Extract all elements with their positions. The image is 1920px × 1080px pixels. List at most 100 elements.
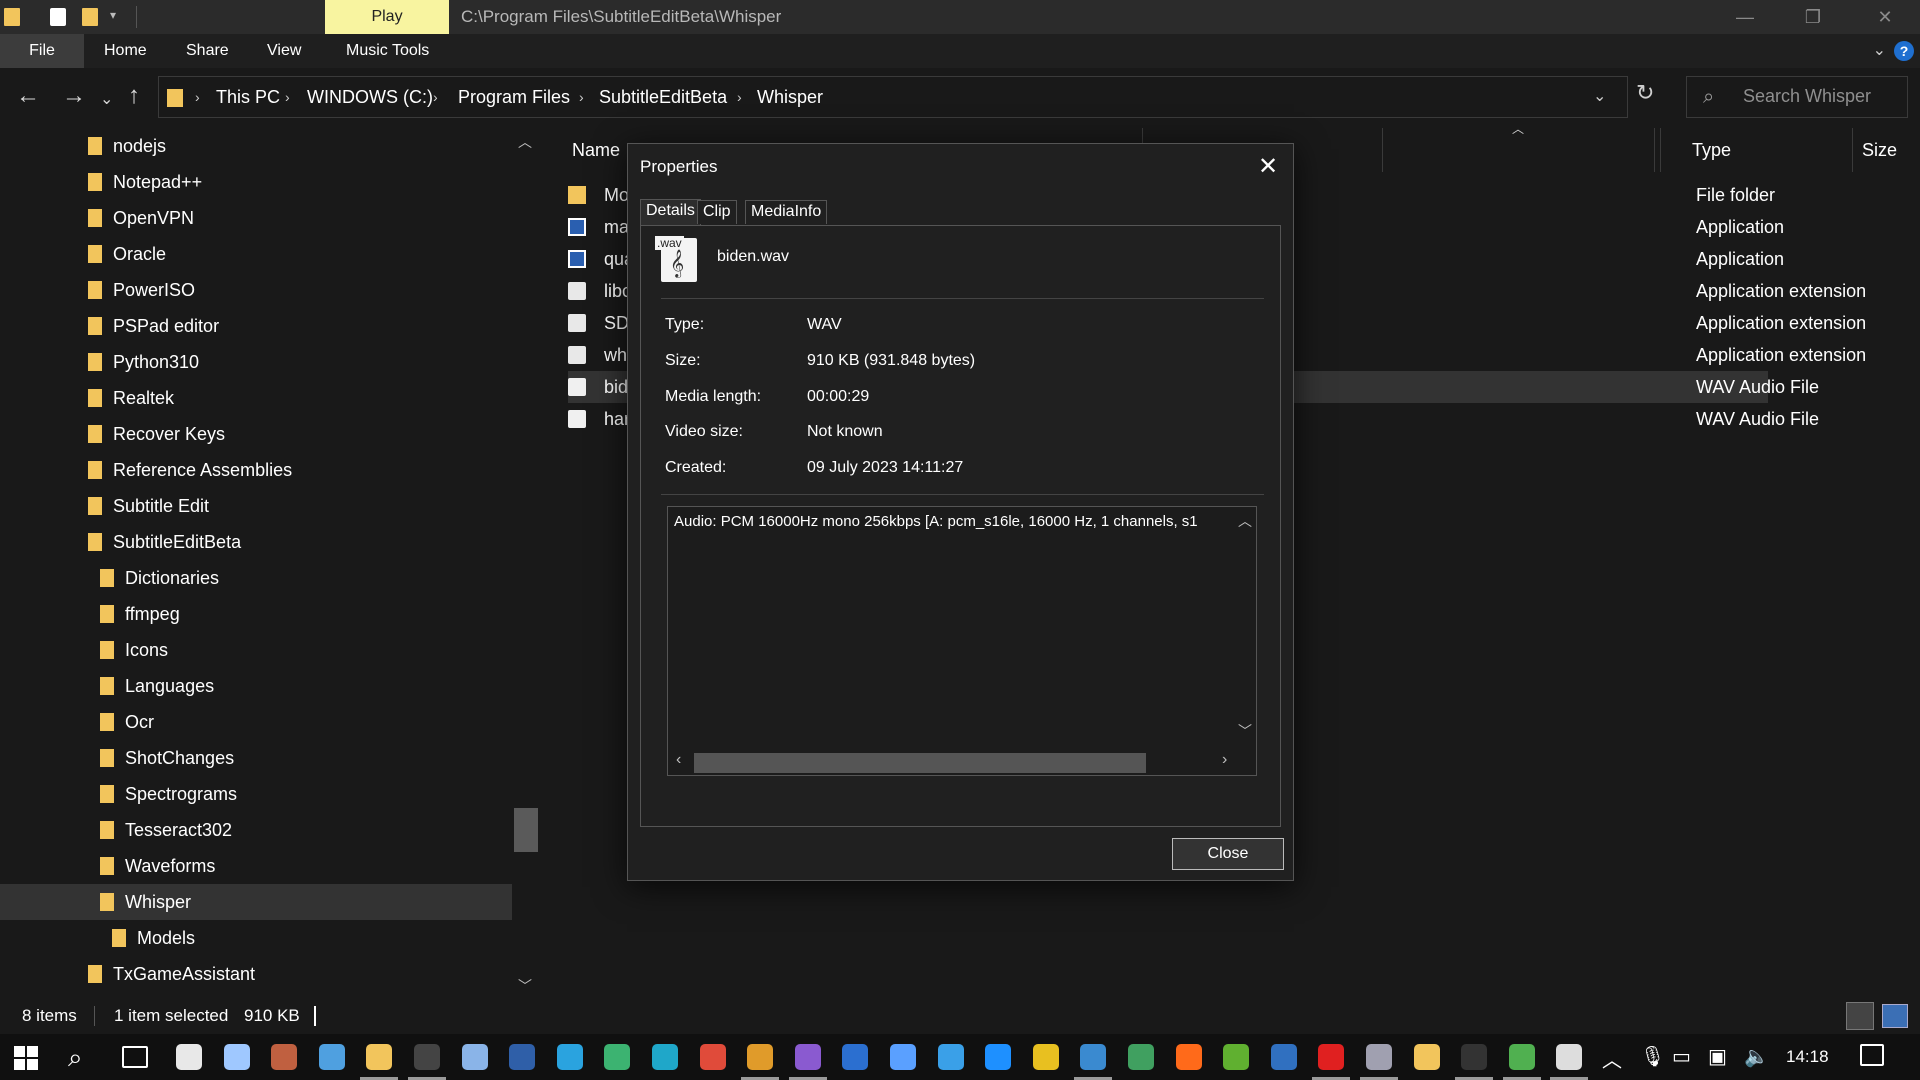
breadcrumb-separator-icon[interactable]: ›: [579, 77, 584, 117]
column-header-name[interactable]: Name: [572, 128, 620, 172]
column-divider[interactable]: [1382, 128, 1383, 172]
tree-item[interactable]: Reference Assemblies: [0, 452, 512, 488]
battery-icon[interactable]: ▭: [1672, 1044, 1691, 1069]
folder-icon[interactable]: [4, 8, 20, 26]
breadcrumb-this-pc[interactable]: This PC: [216, 77, 280, 117]
app-icon-4[interactable]: [842, 1044, 869, 1070]
folder-icon[interactable]: [1413, 1044, 1440, 1070]
send-icon[interactable]: [604, 1044, 631, 1070]
app-icon-13[interactable]: [1312, 1044, 1351, 1080]
breadcrumb-windows-c[interactable]: WINDOWS (C:): [307, 77, 433, 117]
breadcrumb-separator-icon[interactable]: ›: [737, 77, 742, 117]
tree-item[interactable]: nodejs: [0, 128, 512, 164]
column-header-type[interactable]: Type: [1692, 128, 1731, 172]
app-icon-2[interactable]: [318, 1044, 345, 1070]
column-divider[interactable]: [1852, 128, 1853, 172]
scroll-up-chevron-icon[interactable]: ︿: [1238, 511, 1252, 531]
close-window-button[interactable]: ✕: [1850, 0, 1920, 34]
app-icon-10[interactable]: [1128, 1044, 1154, 1070]
tree-item[interactable]: PowerISO: [0, 272, 512, 308]
tree-item[interactable]: Notepad++: [0, 164, 512, 200]
tab-file[interactable]: File: [0, 34, 84, 68]
column-header-size[interactable]: Size: [1862, 128, 1897, 172]
tree-item[interactable]: Realtek: [0, 380, 512, 416]
tab-home[interactable]: Home: [104, 34, 147, 68]
close-icon[interactable]: ✕: [1253, 152, 1283, 182]
app-icon-1[interactable]: [271, 1044, 298, 1070]
tree-item[interactable]: SubtitleEditBeta: [0, 524, 512, 560]
tab-clip[interactable]: Clip: [697, 200, 737, 224]
tab-view[interactable]: View: [267, 34, 301, 68]
new-folder-icon[interactable]: [82, 8, 98, 26]
scroll-left-chevron-icon[interactable]: ‹: [676, 751, 681, 769]
scrollbar-thumb[interactable]: [694, 753, 1146, 773]
back-arrow-icon[interactable]: ←: [16, 84, 40, 108]
volume-icon[interactable]: 🔈: [1744, 1044, 1769, 1069]
refresh-icon[interactable]: ↻: [1636, 80, 1654, 106]
microphone-icon[interactable]: 🎙: [1640, 1044, 1665, 1069]
recent-locations-chevron-icon[interactable]: ⌄: [100, 88, 113, 112]
large-icons-view-icon[interactable]: [1882, 1004, 1908, 1028]
chrome-icon[interactable]: [699, 1044, 726, 1070]
tree-item[interactable]: Subtitle Edit: [0, 488, 512, 524]
breadcrumb-whisper[interactable]: Whisper: [757, 77, 823, 117]
task-view-icon[interactable]: [122, 1046, 148, 1068]
tree-item[interactable]: Waveforms: [0, 848, 512, 884]
fire-icon[interactable]: [1175, 1044, 1202, 1070]
breadcrumb-program-files[interactable]: Program Files: [458, 77, 570, 117]
tree-item[interactable]: Icons: [0, 632, 512, 668]
network-icon[interactable]: ▣: [1708, 1044, 1727, 1069]
app-icon-8[interactable]: [1032, 1044, 1059, 1070]
play-context-tab[interactable]: Play: [325, 0, 449, 34]
tray-overflow-chevron-icon[interactable]: ︿: [1602, 1044, 1622, 1073]
column-divider[interactable]: [1660, 128, 1661, 172]
tab-details[interactable]: Details: [640, 199, 701, 225]
notification-center-icon[interactable]: [1860, 1044, 1884, 1066]
terminal-icon[interactable]: [408, 1044, 446, 1080]
tree-item[interactable]: Languages: [0, 668, 512, 704]
minimize-button[interactable]: —: [1710, 0, 1780, 34]
clapperboard-icon[interactable]: [1550, 1044, 1589, 1080]
app-icon-5[interactable]: [890, 1044, 916, 1070]
powershell-icon[interactable]: [509, 1044, 536, 1070]
app-icon-9[interactable]: [1074, 1044, 1113, 1080]
quick-access-dropdown-icon[interactable]: ▾: [110, 8, 116, 22]
details-view-icon[interactable]: [1846, 1002, 1874, 1030]
app-icon-12[interactable]: [1270, 1044, 1297, 1070]
app-icon-7[interactable]: [985, 1044, 1012, 1070]
tab-share[interactable]: Share: [186, 34, 229, 68]
navigation-pane[interactable]: nodejs Notepad++ OpenVPN Oracle PowerISO PSPa…: [0, 128, 540, 998]
close-button[interactable]: Close: [1172, 838, 1284, 870]
scroll-down-chevron-icon[interactable]: ﹀: [518, 976, 532, 996]
tree-item[interactable]: Oracle: [0, 236, 512, 272]
cmd-icon[interactable]: [1455, 1044, 1494, 1080]
mediainfo-textbox[interactable]: Audio: PCM 16000Hz mono 256kbps [A: pcm_…: [667, 506, 1257, 776]
app-icon-15[interactable]: [1502, 1044, 1541, 1080]
help-icon[interactable]: ?: [1894, 41, 1914, 61]
breadcrumb-separator-icon[interactable]: ›: [433, 77, 438, 117]
edge-icon[interactable]: [652, 1044, 678, 1070]
search-box[interactable]: ⌕: [1686, 76, 1908, 118]
clock[interactable]: 14:18: [1786, 1034, 1829, 1080]
search-icon[interactable]: ⌕: [68, 1042, 83, 1074]
app-icon-6[interactable]: [937, 1044, 964, 1070]
tree-item[interactable]: TxGameAssistant: [0, 956, 512, 992]
scroll-up-chevron-icon[interactable]: ︿: [518, 132, 532, 152]
tree-item[interactable]: Ocr: [0, 704, 512, 740]
chrome-canary-icon[interactable]: [741, 1044, 780, 1080]
settings-gear-icon[interactable]: [223, 1044, 250, 1070]
tree-item[interactable]: Python310: [0, 344, 512, 380]
address-dropdown-chevron-icon[interactable]: ⌄: [1593, 77, 1606, 117]
tree-item[interactable]: Models: [0, 920, 512, 956]
column-divider[interactable]: [1654, 128, 1655, 172]
tree-item[interactable]: OpenVPN: [0, 200, 512, 236]
windows-start-icon[interactable]: [14, 1046, 38, 1070]
properties-check-icon[interactable]: [50, 8, 66, 26]
breadcrumb-subtitleeditbeta[interactable]: SubtitleEditBeta: [599, 77, 727, 117]
tree-item[interactable]: Recover Keys: [0, 416, 512, 452]
telegram-icon[interactable]: [556, 1044, 583, 1070]
scroll-down-chevron-icon[interactable]: ﹀: [1238, 721, 1252, 741]
tree-item[interactable]: PSPad editor: [0, 308, 512, 344]
shield-icon[interactable]: [176, 1044, 202, 1070]
search-input[interactable]: [1743, 86, 1903, 107]
